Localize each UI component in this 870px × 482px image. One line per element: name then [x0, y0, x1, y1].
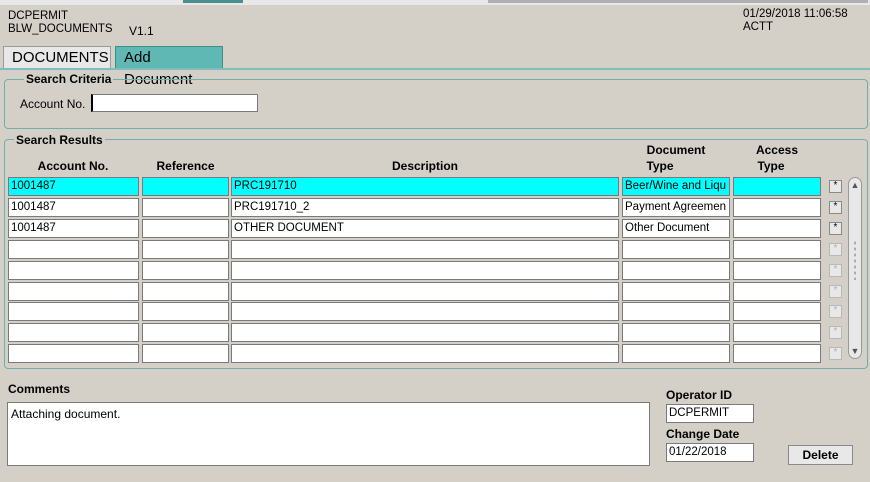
row-select-button[interactable]: * [829, 243, 842, 256]
row-select-button[interactable]: * [829, 201, 842, 214]
row-select-button[interactable]: * [829, 180, 842, 193]
scroll-up-icon[interactable]: ▲ [849, 178, 861, 192]
cell-description[interactable] [231, 282, 619, 301]
column-header-access-type-line2: Type [757, 159, 785, 173]
top-strip [0, 0, 870, 5]
form-name: BLW_DOCUMENTS [8, 23, 113, 35]
cell-access-type[interactable] [733, 240, 821, 259]
cell-description[interactable]: OTHER DOCUMENT [231, 219, 619, 238]
change-date-label: Change Date [666, 427, 740, 441]
cell-reference[interactable] [142, 282, 229, 301]
top-strip-segment [183, 0, 243, 3]
cell-doc-type[interactable]: Other Document [622, 219, 730, 238]
column-header-access-type-line1: Access [755, 143, 799, 157]
cell-description[interactable]: PRC191710 [231, 177, 619, 196]
cell-doc-type[interactable] [622, 323, 730, 342]
row-select-button[interactable]: * [829, 326, 842, 339]
cell-doc-type[interactable] [622, 282, 730, 301]
cell-reference[interactable] [142, 323, 229, 342]
cell-description[interactable] [231, 240, 619, 259]
row-select-button[interactable]: * [829, 264, 842, 277]
cell-access-type[interactable] [733, 323, 821, 342]
cell-description[interactable] [231, 344, 619, 363]
cell-account[interactable] [8, 302, 139, 321]
tab-underline [0, 68, 870, 70]
delete-button[interactable]: Delete [788, 445, 853, 465]
cell-account[interactable] [8, 240, 139, 259]
account-no-label: Account No. [20, 97, 86, 111]
app-id: DCPERMIT [8, 10, 69, 22]
cell-account[interactable] [8, 261, 139, 280]
change-date-field[interactable]: 01/22/2018 [666, 443, 754, 462]
cell-account[interactable]: 1001487 [8, 219, 139, 238]
cell-access-type[interactable] [733, 282, 821, 301]
column-header-account: Account No. [37, 159, 109, 173]
results-scrollbar[interactable]: ▲ ▼ [848, 177, 862, 359]
cell-description[interactable]: PRC191710_2 [231, 198, 619, 217]
row-select-button[interactable]: * [829, 305, 842, 318]
datetime: 01/29/2018 11:06:58 [743, 8, 848, 20]
search-results-legend: Search Results [14, 133, 105, 147]
cell-doc-type[interactable]: Payment Agreemen [622, 198, 730, 217]
cell-doc-type[interactable] [622, 261, 730, 280]
cell-access-type[interactable] [733, 198, 821, 217]
cell-reference[interactable] [142, 198, 229, 217]
user-code: ACTT [743, 21, 774, 33]
cell-account[interactable]: 1001487 [8, 198, 139, 217]
cell-access-type[interactable] [733, 344, 821, 363]
column-header-description: Description [391, 159, 458, 173]
search-criteria-legend: Search Criteria [24, 72, 114, 86]
tab-add-document[interactable]: Add Document [115, 46, 223, 88]
cell-account[interactable] [8, 323, 139, 342]
cell-description[interactable] [231, 261, 619, 280]
column-header-doc-type-line1: Document [646, 143, 706, 157]
cell-doc-type[interactable] [622, 344, 730, 363]
scroll-down-icon[interactable]: ▼ [849, 344, 861, 358]
column-header-doc-type-line2: Type [646, 159, 674, 173]
row-select-button[interactable]: * [829, 222, 842, 235]
row-select-button[interactable]: * [829, 285, 842, 298]
account-no-input[interactable] [91, 94, 258, 112]
cell-doc-type[interactable]: Beer/Wine and Liqu [622, 177, 730, 196]
cell-reference[interactable] [142, 177, 229, 196]
cell-account[interactable] [8, 344, 139, 363]
operator-id-label: Operator ID [666, 388, 733, 402]
column-header-reference: Reference [156, 159, 215, 173]
cell-access-type[interactable] [733, 177, 821, 196]
cell-reference[interactable] [142, 240, 229, 259]
cell-description[interactable] [231, 302, 619, 321]
cell-reference[interactable] [142, 344, 229, 363]
cell-reference[interactable] [142, 302, 229, 321]
top-strip-segment [488, 0, 868, 3]
cell-reference[interactable] [142, 219, 229, 238]
cell-account[interactable]: 1001487 [8, 177, 139, 196]
form-version: V1.1 [129, 24, 154, 38]
row-select-button[interactable]: * [829, 347, 842, 360]
cell-access-type[interactable] [733, 302, 821, 321]
cell-access-type[interactable] [733, 261, 821, 280]
comments-label: Comments [8, 382, 71, 396]
cell-account[interactable] [8, 282, 139, 301]
cell-reference[interactable] [142, 261, 229, 280]
tab-documents[interactable]: DOCUMENTS [3, 46, 111, 68]
cell-access-type[interactable] [733, 219, 821, 238]
cell-doc-type[interactable] [622, 302, 730, 321]
operator-id-field[interactable]: DCPERMIT [666, 404, 754, 423]
comments-textarea[interactable]: Attaching document. [7, 402, 650, 466]
cell-doc-type[interactable] [622, 240, 730, 259]
scroll-grip[interactable] [853, 240, 857, 280]
cell-description[interactable] [231, 323, 619, 342]
